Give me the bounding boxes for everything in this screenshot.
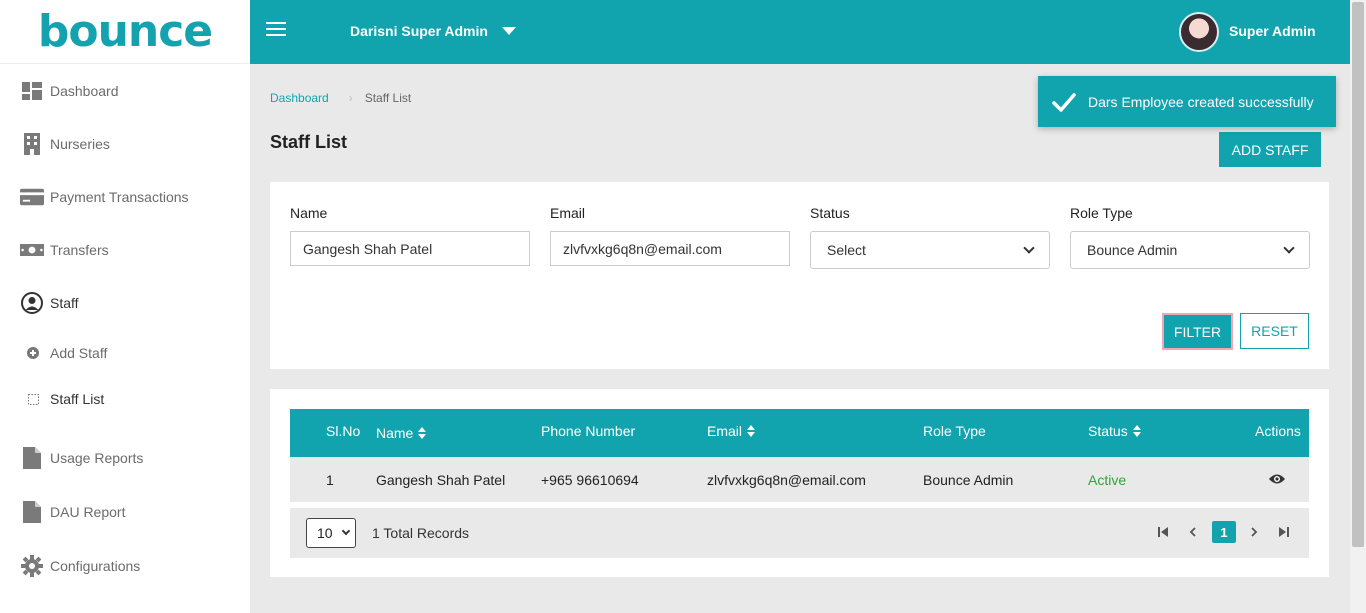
sidebar-item-label: Nurseries [50, 136, 110, 152]
top-header: Darisni Super Admin Super Admin [250, 0, 1350, 64]
prev-page-icon[interactable] [1184, 522, 1202, 542]
page-size-select[interactable]: 10 [306, 518, 356, 548]
cell-email: zlvfvxkg6q8n@email.com [707, 472, 866, 488]
sidebar-item-transfers[interactable]: Transfers [0, 230, 250, 270]
chevron-down-icon [1023, 242, 1035, 254]
sidebar-item-usage-reports[interactable]: Usage Reports [0, 438, 250, 478]
sidebar-subitem-add-staff[interactable]: Add Staff [0, 338, 250, 368]
first-page-icon[interactable] [1154, 522, 1172, 542]
sidebar-item-configurations[interactable]: Configurations [0, 546, 250, 586]
filter-button[interactable]: FILTER [1162, 313, 1233, 350]
email-filter-input[interactable]: zlvfvxkg6q8n@email.com [550, 231, 790, 266]
sidebar-item-dashboard[interactable]: Dashboard [0, 71, 250, 111]
check-icon [1052, 92, 1076, 112]
pagination-bar: 10 1 Total Records 1 [290, 508, 1309, 558]
column-header-email[interactable]: Email [707, 423, 756, 439]
sidebar-item-label: Dashboard [50, 83, 119, 99]
column-header-phone: Phone Number [541, 423, 636, 439]
dotted-square-icon [25, 393, 41, 405]
table-header: Sl.No Name Phone Number Email Role Type … [290, 409, 1309, 457]
role-select-value: Bounce Admin [1087, 242, 1178, 258]
sort-icon [1132, 425, 1141, 437]
name-filter-label: Name [290, 205, 328, 221]
table-row: 1 Gangesh Shah Patel +965 96610694 zlvfv… [290, 457, 1309, 502]
menu-icon[interactable] [266, 22, 286, 40]
email-filter-label: Email [550, 205, 586, 221]
page-number-button[interactable]: 1 [1212, 521, 1236, 543]
sidebar-item-staff[interactable]: Staff [0, 283, 250, 323]
next-page-icon[interactable] [1245, 522, 1263, 542]
column-header-slno: Sl.No [326, 423, 361, 439]
reset-button[interactable]: RESET [1240, 313, 1309, 349]
document-icon [20, 447, 44, 469]
breadcrumb-dashboard-link[interactable]: Dashboard [270, 91, 329, 105]
bounce-logo[interactable]: bounce [0, 0, 250, 64]
sidebar-subitem-label: Add Staff [50, 345, 108, 361]
sidebar-item-label: DAU Report [50, 504, 126, 520]
scrollbar[interactable] [1350, 0, 1366, 613]
caret-down-icon [501, 27, 516, 35]
filter-panel: Name Gangesh Shah Patel Email zlvfvxkg6q… [270, 182, 1329, 369]
breadcrumb: Dashboard › Staff List [270, 91, 411, 105]
plus-circle-icon [25, 347, 41, 359]
org-switcher[interactable]: Darisni Super Admin [350, 23, 516, 39]
scrollbar-thumb[interactable] [1352, 2, 1364, 547]
user-name[interactable]: Super Admin [1229, 23, 1316, 39]
sidebar-item-label: Transfers [50, 242, 109, 258]
sidebar-item-label: Configurations [50, 558, 141, 574]
status-filter-select[interactable]: Select [810, 231, 1050, 269]
column-header-role: Role Type [923, 423, 986, 439]
breadcrumb-current: Staff List [364, 91, 412, 105]
sort-icon [418, 427, 427, 439]
toast-message: Dars Employee created successfully [1088, 93, 1314, 110]
sidebar-subitem-staff-list[interactable]: Staff List [0, 384, 250, 414]
cell-phone: +965 96610694 [541, 472, 639, 488]
logo-text: bounce [37, 6, 213, 57]
eye-icon[interactable] [1269, 473, 1285, 485]
status-filter-label: Status [810, 205, 850, 221]
chevron-right-icon: › [348, 91, 353, 105]
name-filter-input[interactable]: Gangesh Shah Patel [290, 231, 530, 266]
building-icon [20, 133, 44, 155]
last-page-icon[interactable] [1275, 522, 1293, 542]
column-header-name[interactable]: Name [376, 425, 427, 441]
org-name: Darisni Super Admin [350, 23, 488, 39]
money-icon [20, 239, 44, 261]
add-staff-button[interactable]: ADD STAFF [1219, 132, 1321, 167]
gear-icon [20, 555, 44, 577]
cell-role: Bounce Admin [923, 472, 1014, 488]
page-size-value: 10 [317, 525, 333, 541]
column-header-status[interactable]: Status [1088, 423, 1141, 439]
user-circle-icon [20, 292, 44, 314]
sidebar-item-label: Usage Reports [50, 450, 144, 466]
sidebar-subitem-label: Staff List [50, 391, 105, 407]
document-icon [20, 501, 44, 523]
sidebar: bounce Dashboard Nurseries Payment Trans… [0, 0, 250, 613]
sidebar-item-payment-transactions[interactable]: Payment Transactions [0, 177, 250, 217]
cell-slno: 1 [326, 472, 334, 488]
role-filter-select[interactable]: Bounce Admin [1070, 231, 1310, 269]
credit-card-icon [20, 186, 44, 208]
chevron-down-icon [1283, 242, 1295, 254]
success-toast: Dars Employee created successfully [1038, 76, 1336, 127]
sidebar-item-label: Staff [50, 295, 79, 311]
cell-name: Gangesh Shah Patel [376, 472, 506, 488]
column-header-actions: Actions [1255, 423, 1301, 439]
sidebar-item-nurseries[interactable]: Nurseries [0, 124, 250, 164]
sidebar-item-dau-report[interactable]: DAU Report [0, 492, 250, 532]
status-select-value: Select [827, 242, 866, 258]
total-records: 1 Total Records [372, 525, 470, 541]
avatar[interactable] [1179, 12, 1219, 52]
sort-icon [747, 425, 756, 437]
dashboard-icon [20, 80, 44, 102]
chevron-down-icon [341, 526, 351, 536]
staff-table-panel: Sl.No Name Phone Number Email Role Type … [270, 389, 1329, 577]
page-title: Staff List [270, 132, 348, 152]
status-badge: Active [1088, 472, 1127, 488]
role-filter-label: Role Type [1070, 205, 1133, 221]
sidebar-item-label: Payment Transactions [50, 189, 189, 205]
